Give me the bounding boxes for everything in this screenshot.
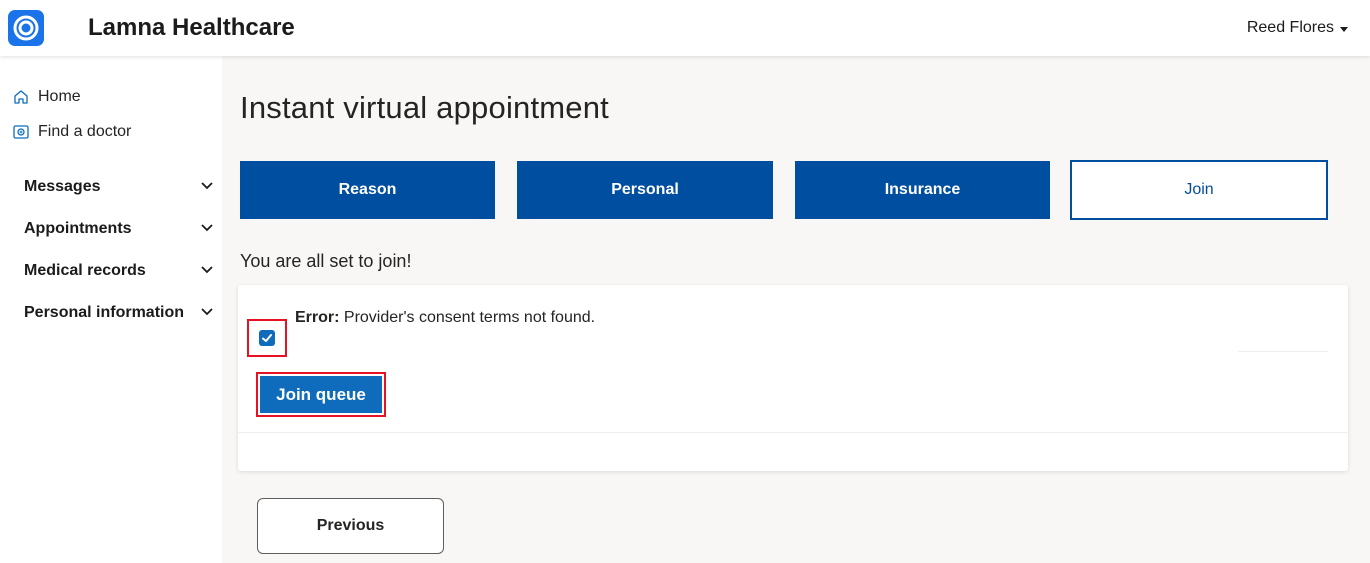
sidebar-item-label: Home: [38, 88, 81, 105]
sidebar-group-label: Personal information: [24, 304, 185, 321]
join-card: Error: Provider's consent terms not foun…: [238, 285, 1348, 471]
step-personal[interactable]: Personal: [517, 161, 773, 219]
section-subtitle: You are all set to join!: [240, 251, 412, 271]
sidebar-group-personal-information[interactable]: Personal information: [24, 304, 214, 322]
chevron-down-icon: [200, 178, 214, 196]
brand-name: Lamna Healthcare: [88, 14, 295, 41]
error-text: Provider's consent terms not found.: [343, 309, 596, 326]
step-label: Personal: [611, 181, 679, 198]
join-button-highlight: Join queue: [256, 372, 386, 417]
sidebar-group-messages[interactable]: Messages: [24, 178, 214, 196]
chevron-down-icon: [200, 262, 214, 280]
sidebar-item-home[interactable]: Home: [12, 88, 81, 106]
step-reason[interactable]: Reason: [240, 161, 495, 219]
caret-down-icon: [1340, 26, 1348, 32]
consent-checkbox-highlight: [247, 319, 287, 357]
consent-checkbox[interactable]: [259, 330, 275, 346]
sidebar-group-appointments[interactable]: Appointments: [24, 220, 214, 238]
main-content: Instant virtual appointment Reason Perso…: [222, 56, 1370, 563]
sidebar-item-label: Find a doctor: [38, 123, 132, 140]
checkmark-icon: [262, 334, 272, 342]
page-title: Instant virtual appointment: [240, 90, 609, 125]
sidebar-item-find-doctor[interactable]: Find a doctor: [12, 123, 131, 141]
previous-button[interactable]: Previous: [257, 498, 444, 554]
step-label: Reason: [338, 181, 397, 198]
chevron-down-icon: [200, 304, 214, 322]
sidebar-group-label: Messages: [24, 178, 101, 195]
sidebar-group-medical-records[interactable]: Medical records: [24, 262, 214, 280]
join-queue-button[interactable]: Join queue: [260, 376, 382, 413]
user-menu[interactable]: Reed Flores: [1247, 19, 1348, 37]
find-doctor-icon: [12, 123, 30, 141]
consent-error-message: Error: Provider's consent terms not foun…: [295, 309, 595, 327]
chevron-down-icon: [200, 220, 214, 238]
user-name: Reed Flores: [1246, 19, 1334, 36]
step-insurance[interactable]: Insurance: [795, 161, 1050, 219]
step-label: Join: [1184, 181, 1214, 198]
error-label: Error:: [295, 309, 340, 326]
sidebar-group-label: Medical records: [24, 262, 146, 279]
top-bar: Lamna Healthcare Reed Flores: [0, 0, 1370, 56]
step-label: Insurance: [884, 181, 961, 198]
sidebar-group-label: Appointments: [24, 220, 132, 237]
card-divider: [238, 432, 1348, 433]
sidebar: Home Find a doctor Messages Appointments…: [0, 56, 222, 563]
app-logo-icon[interactable]: [8, 10, 44, 46]
home-icon: [12, 88, 30, 106]
step-join[interactable]: Join: [1070, 160, 1328, 220]
divider: [1238, 351, 1328, 352]
